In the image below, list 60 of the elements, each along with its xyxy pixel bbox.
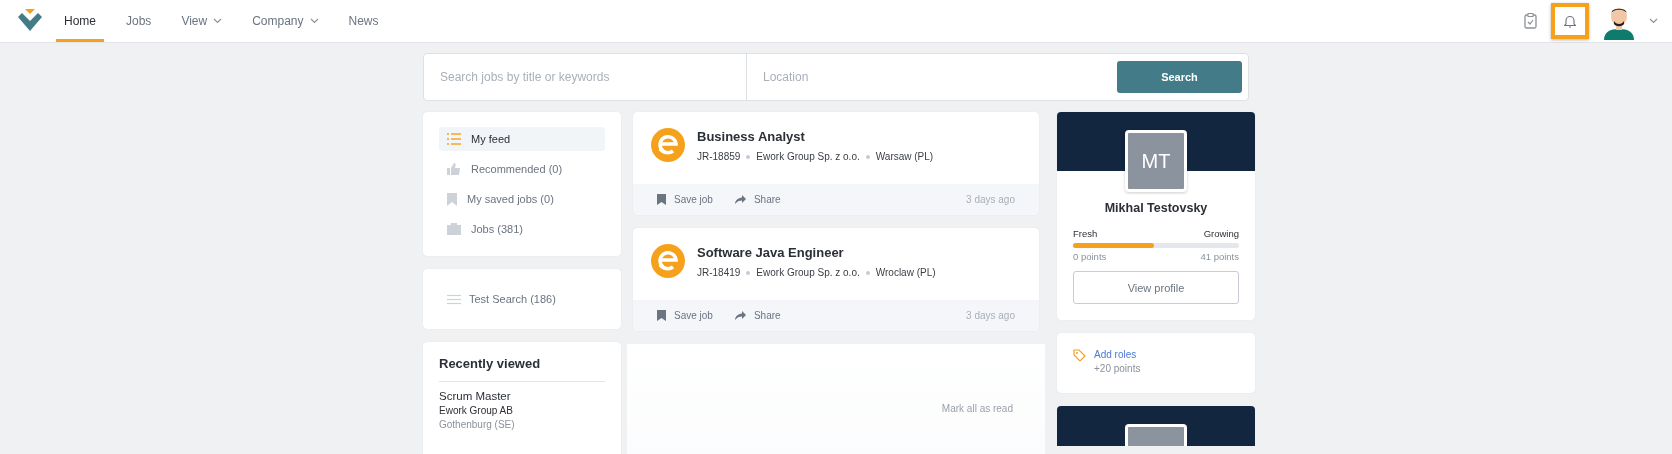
list-icon xyxy=(447,133,461,145)
company-name: Ework Group Sp. z o.o. xyxy=(756,151,860,162)
bookmark-icon xyxy=(657,194,666,205)
company-name: Ework Group AB xyxy=(439,405,514,416)
job-location: Warsaw (PL) xyxy=(875,151,934,162)
job-reference: JR-18859 xyxy=(697,151,741,162)
nav-tab[interactable]: Company xyxy=(244,0,327,42)
location-field[interactable]: Location xyxy=(747,54,1117,100)
job-location: Gothenburg (SE) xyxy=(439,419,516,430)
company-logo-icon xyxy=(651,244,685,278)
level-label: Fresh xyxy=(1073,228,1098,239)
share-button[interactable]: Share xyxy=(734,194,781,205)
add-roles-link[interactable]: Add roles xyxy=(1094,349,1141,360)
job-reference: JR-18419 xyxy=(697,267,741,278)
posted-time: 3 days ago xyxy=(966,310,1015,321)
job-title[interactable]: Business Analyst xyxy=(697,129,934,144)
feed-menu-item[interactable]: My feed xyxy=(439,127,605,151)
nav-tab[interactable]: Home xyxy=(56,0,104,42)
view-profile-button[interactable]: View profile xyxy=(1073,271,1239,304)
bookmark-icon xyxy=(657,310,666,321)
feed-menu-item[interactable]: My saved jobs (0) xyxy=(439,187,605,211)
tag-icon xyxy=(1073,349,1086,362)
save-job-button[interactable]: Save job xyxy=(657,310,713,321)
nav-tab[interactable]: Jobs xyxy=(118,0,160,42)
feed-menu-item[interactable]: Jobs (381) xyxy=(439,217,605,241)
job-title[interactable]: Scrum Master xyxy=(439,390,605,402)
save-job-button[interactable]: Save job xyxy=(657,194,713,205)
job-location: Wroclaw (PL) xyxy=(875,267,936,278)
company-logo-icon xyxy=(651,128,685,162)
share-arrow-icon xyxy=(734,311,746,320)
posted-time: 3 days ago xyxy=(966,194,1015,205)
nav-tab[interactable]: News xyxy=(340,0,387,42)
briefcase-icon xyxy=(447,223,461,235)
clipboard-check-icon[interactable] xyxy=(1524,13,1537,29)
points-label: 0 points xyxy=(1073,251,1107,262)
chevron-down-icon xyxy=(213,18,223,24)
search-button[interactable]: Search xyxy=(1117,61,1242,93)
saved-search-link[interactable]: Test Search (186) xyxy=(469,293,556,305)
nav-tab[interactable]: View xyxy=(173,0,231,42)
keywords-search-field[interactable]: Search jobs by title or keywords xyxy=(424,54,747,100)
filter-sliders-icon xyxy=(447,293,461,305)
share-button[interactable]: Share xyxy=(734,310,781,321)
chevron-down-icon xyxy=(309,18,319,24)
mark-all-read-link[interactable]: Mark all as read xyxy=(935,402,1019,415)
logo-icon[interactable] xyxy=(18,9,42,33)
profile-name: Mikhal Testovsky xyxy=(1103,201,1209,215)
bell-icon xyxy=(1564,14,1576,28)
reward-points: +20 points xyxy=(1094,363,1141,374)
chevron-down-icon xyxy=(1649,18,1658,24)
feed-menu-item[interactable]: Recommended (0) xyxy=(439,157,605,181)
section-title: Recently viewed xyxy=(439,356,605,382)
job-title[interactable]: Software Java Engineer xyxy=(697,245,936,260)
thumbs-up-icon xyxy=(447,163,461,175)
level-label: Growing xyxy=(1203,228,1239,239)
points-label: 41 points xyxy=(1200,251,1239,262)
initials-avatar: MT xyxy=(1125,130,1187,192)
share-arrow-icon xyxy=(734,195,746,204)
company-name: Ework Group Sp. z o.o. xyxy=(756,267,860,278)
search-bar[interactable]: Search jobs by title or keywords Location Search xyxy=(423,53,1249,101)
bookmark-icon xyxy=(447,192,457,206)
